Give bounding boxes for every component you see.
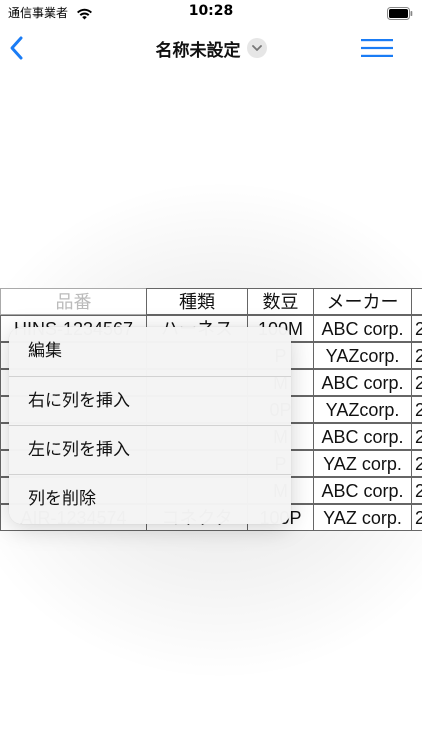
table-cell[interactable]: ABC corp.	[313, 477, 412, 504]
table-cell[interactable]: YAZcorp.	[313, 396, 412, 423]
table-cell[interactable]: 2	[411, 369, 422, 396]
menu-item-delete-column[interactable]: 列を削除	[9, 475, 291, 524]
column-header-maker[interactable]: メーカー	[313, 288, 412, 315]
table-cell[interactable]: ABC corp.	[313, 315, 412, 342]
table-cell[interactable]: 2	[411, 315, 422, 342]
table-cell[interactable]: 2	[411, 342, 422, 369]
table-cell[interactable]: 2	[411, 396, 422, 423]
column-header-extra[interactable]	[411, 288, 422, 315]
table-cell[interactable]: 2	[411, 450, 422, 477]
title-menu-button[interactable]	[246, 37, 267, 58]
document-title: 名称未設定	[155, 41, 241, 61]
menu-button[interactable]	[360, 37, 394, 59]
column-header-part-number[interactable]: 品番	[0, 288, 147, 315]
clock: 10:28	[188, 3, 234, 19]
menu-item-edit[interactable]: 編集	[9, 327, 291, 376]
table-cell[interactable]: 2	[411, 477, 422, 504]
table-cell[interactable]: YAZcorp.	[313, 342, 412, 369]
battery-icon	[387, 5, 413, 24]
column-header-type[interactable]: 種類	[146, 288, 248, 315]
title-area: 名称未設定	[0, 36, 422, 61]
table-cell[interactable]: ABC corp.	[313, 369, 412, 396]
table-cell[interactable]: YAZ corp.	[313, 504, 412, 531]
menu-item-insert-column-left[interactable]: 左に列を挿入	[9, 426, 291, 475]
column-header-quantity[interactable]: 数豆	[247, 288, 314, 315]
table-cell[interactable]: YAZ corp.	[313, 450, 412, 477]
navigation-bar: 名称未設定	[0, 28, 422, 68]
status-bar: 通信事業者 10:28	[0, 0, 422, 24]
column-context-menu: 編集 右に列を挿入 左に列を挿入 列を削除	[9, 327, 291, 524]
chevron-down-icon	[251, 44, 262, 51]
menu-item-insert-column-right[interactable]: 右に列を挿入	[9, 377, 291, 426]
table-cell[interactable]: 2	[411, 423, 422, 450]
table-cell[interactable]: ABC corp.	[313, 423, 412, 450]
screen: 通信事業者 10:28 名称未設定 品番 種類 数豆 メーカー ABC corp…	[0, 0, 422, 750]
table-cell[interactable]: 2	[411, 504, 422, 531]
hamburger-menu-icon	[361, 39, 393, 57]
